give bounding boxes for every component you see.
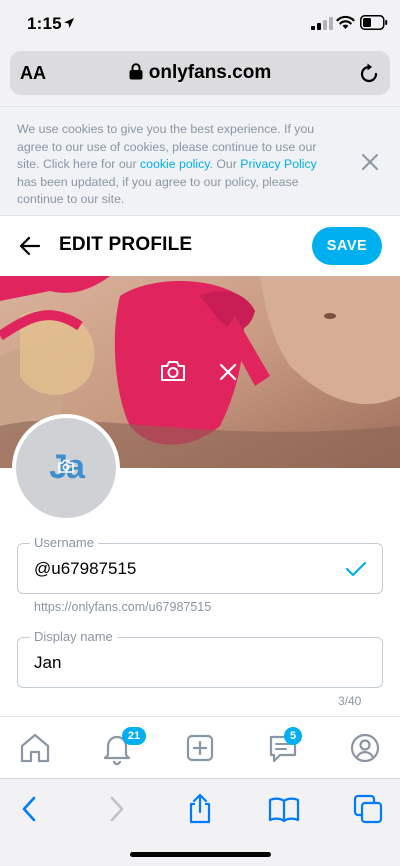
notifications-badge: 21	[122, 727, 146, 745]
close-icon[interactable]	[361, 153, 379, 171]
forward-icon[interactable]	[100, 793, 132, 825]
address-bar[interactable]: AA onlyfans.com	[10, 51, 390, 95]
location-arrow-icon	[64, 18, 74, 28]
character-counter: 3/40	[338, 694, 362, 708]
status-bar: 1:15	[0, 0, 400, 46]
profile-url-hint: https://onlyfans.com/u67987515	[34, 600, 212, 614]
messages-badge: 5	[284, 727, 302, 745]
page-header: EDIT PROFILE SAVE	[0, 216, 400, 276]
share-icon[interactable]	[184, 793, 216, 825]
profile-icon[interactable]	[348, 731, 382, 765]
cookie-policy-link[interactable]: cookie policy	[140, 157, 210, 171]
browser-toolbar	[0, 778, 400, 866]
camera-icon[interactable]	[160, 360, 186, 382]
avatar[interactable]: Ja	[12, 414, 120, 522]
bookmarks-icon[interactable]	[268, 793, 300, 825]
save-button[interactable]: SAVE	[312, 227, 382, 265]
cookie-banner: We use cookies to give you the best expe…	[0, 106, 400, 216]
back-icon[interactable]	[14, 793, 46, 825]
cookie-message: We use cookies to give you the best expe…	[17, 121, 337, 209]
username-input[interactable]: @u67987515	[34, 559, 136, 579]
wifi-icon	[336, 15, 355, 29]
checkmark-icon	[345, 561, 367, 577]
cookie-text-part: . Our	[209, 157, 241, 172]
address-domain: onlyfans.com	[10, 62, 390, 84]
remove-cover-icon[interactable]	[219, 363, 237, 381]
username-label: Username	[30, 535, 98, 550]
privacy-policy-link[interactable]: Privacy Policy	[240, 157, 317, 171]
home-indicator	[130, 852, 271, 857]
display-name-field[interactable]: Display name Jan	[17, 629, 383, 688]
browser-address-area: AA onlyfans.com	[0, 46, 400, 106]
plus-square-icon[interactable]	[183, 731, 217, 765]
tabs-icon[interactable]	[352, 793, 384, 825]
display-name-input[interactable]: Jan	[34, 653, 61, 673]
avatar-camera-icon	[58, 459, 74, 473]
domain-text: onlyfans.com	[148, 62, 272, 83]
cellular-signal-icon	[311, 17, 333, 30]
app-bottom-nav: 21 5	[0, 716, 400, 778]
status-time: 1:15	[27, 14, 62, 33]
reload-icon[interactable]	[358, 63, 380, 85]
avatar-circle: Ja	[16, 418, 116, 518]
back-arrow-icon[interactable]	[19, 236, 41, 256]
cookie-text-part: has been updated, if you agree to our po…	[17, 174, 299, 207]
display-name-label: Display name	[30, 629, 117, 644]
battery-icon	[360, 15, 388, 30]
home-icon[interactable]	[18, 731, 52, 765]
username-field[interactable]: Username @u67987515	[17, 535, 383, 594]
lock-icon	[129, 63, 143, 80]
page-title: EDIT PROFILE	[59, 234, 193, 255]
